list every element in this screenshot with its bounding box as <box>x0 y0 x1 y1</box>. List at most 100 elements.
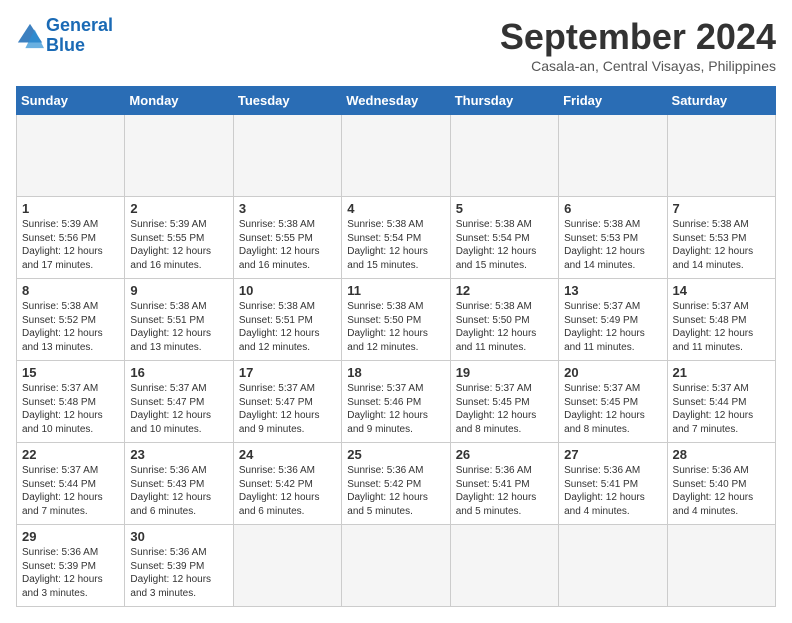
calendar-cell: 10Sunrise: 5:38 AM Sunset: 5:51 PM Dayli… <box>233 279 341 361</box>
calendar-cell: 15Sunrise: 5:37 AM Sunset: 5:48 PM Dayli… <box>17 361 125 443</box>
calendar-cell <box>17 115 125 197</box>
calendar-cell <box>233 525 341 607</box>
logo-line2: Blue <box>46 35 85 55</box>
logo-icon <box>16 22 44 50</box>
day-number: 29 <box>22 529 119 544</box>
day-number: 1 <box>22 201 119 216</box>
day-info: Sunrise: 5:38 AM Sunset: 5:50 PM Dayligh… <box>347 300 444 354</box>
calendar-cell: 1 Sunrise: 5:39 AM Sunset: 5:56 PM Daylig… <box>17 197 125 279</box>
day-number: 23 <box>130 447 227 462</box>
weekday-header-monday: Monday <box>125 87 233 115</box>
day-number: 14 <box>673 283 770 298</box>
calendar-cell <box>667 525 775 607</box>
day-info: Sunrise: 5:38 AM Sunset: 5:54 PM Dayligh… <box>456 218 553 272</box>
day-info: Sunrise: 5:39 AM Sunset: 5:56 PM Dayligh… <box>22 218 119 272</box>
calendar-cell: 21Sunrise: 5:37 AM Sunset: 5:44 PM Dayli… <box>667 361 775 443</box>
day-info: Sunrise: 5:36 AM Sunset: 5:41 PM Dayligh… <box>456 464 553 518</box>
calendar-cell: 9Sunrise: 5:38 AM Sunset: 5:51 PM Daylig… <box>125 279 233 361</box>
day-number: 27 <box>564 447 661 462</box>
day-number: 3 <box>239 201 336 216</box>
day-info: Sunrise: 5:38 AM Sunset: 5:53 PM Dayligh… <box>564 218 661 272</box>
logo: General Blue <box>16 16 113 56</box>
page-header: General Blue September 2024 Casala-an, C… <box>16 16 776 74</box>
day-number: 4 <box>347 201 444 216</box>
calendar-cell: 14 Sunrise: 5:37 AM Sunset: 5:48 PM Dayli… <box>667 279 775 361</box>
weekday-header-tuesday: Tuesday <box>233 87 341 115</box>
calendar-cell: 20Sunrise: 5:37 AM Sunset: 5:45 PM Dayli… <box>559 361 667 443</box>
calendar-cell <box>342 525 450 607</box>
calendar-week-row: 8 Sunrise: 5:38 AM Sunset: 5:52 PM Daylig… <box>17 279 776 361</box>
day-info: Sunrise: 5:38 AM Sunset: 5:52 PM Dayligh… <box>22 300 119 354</box>
day-number: 17 <box>239 365 336 380</box>
day-number: 2 <box>130 201 227 216</box>
day-number: 8 <box>22 283 119 298</box>
weekday-header-row: SundayMondayTuesdayWednesdayThursdayFrid… <box>17 87 776 115</box>
calendar-cell: 27 Sunrise: 5:36 AM Sunset: 5:41 PM Dayli… <box>559 443 667 525</box>
day-info: Sunrise: 5:36 AM Sunset: 5:39 PM Dayligh… <box>22 546 119 600</box>
calendar-cell: 2 Sunrise: 5:39 AM Sunset: 5:55 PM Daylig… <box>125 197 233 279</box>
day-number: 6 <box>564 201 661 216</box>
day-number: 7 <box>673 201 770 216</box>
calendar-cell <box>450 525 558 607</box>
day-info: Sunrise: 5:38 AM Sunset: 5:53 PM Dayligh… <box>673 218 770 272</box>
day-info: Sunrise: 5:39 AM Sunset: 5:55 PM Dayligh… <box>130 218 227 272</box>
calendar-cell: 8 Sunrise: 5:38 AM Sunset: 5:52 PM Daylig… <box>17 279 125 361</box>
day-info: Sunrise: 5:38 AM Sunset: 5:51 PM Dayligh… <box>130 300 227 354</box>
calendar-cell <box>450 115 558 197</box>
day-info: Sunrise: 5:37 AM Sunset: 5:45 PM Dayligh… <box>456 382 553 436</box>
calendar-cell: 19 Sunrise: 5:37 AM Sunset: 5:45 PM Dayli… <box>450 361 558 443</box>
day-number: 25 <box>347 447 444 462</box>
day-info: Sunrise: 5:36 AM Sunset: 5:42 PM Dayligh… <box>239 464 336 518</box>
calendar-week-row <box>17 115 776 197</box>
weekday-header-friday: Friday <box>559 87 667 115</box>
day-info: Sunrise: 5:37 AM Sunset: 5:44 PM Dayligh… <box>673 382 770 436</box>
calendar-cell: 22 Sunrise: 5:37 AM Sunset: 5:44 PM Dayli… <box>17 443 125 525</box>
calendar-cell: 30Sunrise: 5:36 AM Sunset: 5:39 PM Dayli… <box>125 525 233 607</box>
weekday-header-wednesday: Wednesday <box>342 87 450 115</box>
day-number: 28 <box>673 447 770 462</box>
day-number: 19 <box>456 365 553 380</box>
day-info: Sunrise: 5:36 AM Sunset: 5:43 PM Dayligh… <box>130 464 227 518</box>
day-number: 22 <box>22 447 119 462</box>
day-info: Sunrise: 5:37 AM Sunset: 5:47 PM Dayligh… <box>239 382 336 436</box>
day-number: 26 <box>456 447 553 462</box>
calendar-cell: 13 Sunrise: 5:37 AM Sunset: 5:49 PM Dayli… <box>559 279 667 361</box>
day-number: 20 <box>564 365 661 380</box>
calendar-week-row: 22 Sunrise: 5:37 AM Sunset: 5:44 PM Dayli… <box>17 443 776 525</box>
calendar-cell: 24 Sunrise: 5:36 AM Sunset: 5:42 PM Dayli… <box>233 443 341 525</box>
day-info: Sunrise: 5:36 AM Sunset: 5:40 PM Dayligh… <box>673 464 770 518</box>
calendar-cell <box>559 115 667 197</box>
title-block: September 2024 Casala-an, Central Visaya… <box>500 16 776 74</box>
calendar-cell: 16Sunrise: 5:37 AM Sunset: 5:47 PM Dayli… <box>125 361 233 443</box>
calendar-cell: 29 Sunrise: 5:36 AM Sunset: 5:39 PM Dayli… <box>17 525 125 607</box>
calendar-cell: 25Sunrise: 5:36 AM Sunset: 5:42 PM Dayli… <box>342 443 450 525</box>
day-number: 13 <box>564 283 661 298</box>
day-number: 16 <box>130 365 227 380</box>
day-number: 12 <box>456 283 553 298</box>
calendar-cell: 17 Sunrise: 5:37 AM Sunset: 5:47 PM Dayli… <box>233 361 341 443</box>
calendar-cell: 28 Sunrise: 5:36 AM Sunset: 5:40 PM Dayli… <box>667 443 775 525</box>
day-number: 24 <box>239 447 336 462</box>
calendar-cell: 6 Sunrise: 5:38 AM Sunset: 5:53 PM Daylig… <box>559 197 667 279</box>
calendar-cell <box>233 115 341 197</box>
calendar-cell: 12 Sunrise: 5:38 AM Sunset: 5:50 PM Dayli… <box>450 279 558 361</box>
day-info: Sunrise: 5:37 AM Sunset: 5:44 PM Dayligh… <box>22 464 119 518</box>
calendar-cell <box>559 525 667 607</box>
calendar-cell: 26 Sunrise: 5:36 AM Sunset: 5:41 PM Dayli… <box>450 443 558 525</box>
location: Casala-an, Central Visayas, Philippines <box>500 58 776 74</box>
day-info: Sunrise: 5:38 AM Sunset: 5:50 PM Dayligh… <box>456 300 553 354</box>
day-number: 15 <box>22 365 119 380</box>
day-info: Sunrise: 5:36 AM Sunset: 5:41 PM Dayligh… <box>564 464 661 518</box>
calendar-cell: 5Sunrise: 5:38 AM Sunset: 5:54 PM Daylig… <box>450 197 558 279</box>
calendar-table: SundayMondayTuesdayWednesdayThursdayFrid… <box>16 86 776 607</box>
calendar-week-row: 29 Sunrise: 5:36 AM Sunset: 5:39 PM Dayli… <box>17 525 776 607</box>
day-info: Sunrise: 5:38 AM Sunset: 5:55 PM Dayligh… <box>239 218 336 272</box>
day-info: Sunrise: 5:37 AM Sunset: 5:48 PM Dayligh… <box>673 300 770 354</box>
day-info: Sunrise: 5:37 AM Sunset: 5:49 PM Dayligh… <box>564 300 661 354</box>
weekday-header-thursday: Thursday <box>450 87 558 115</box>
calendar-cell <box>342 115 450 197</box>
day-info: Sunrise: 5:38 AM Sunset: 5:51 PM Dayligh… <box>239 300 336 354</box>
day-info: Sunrise: 5:37 AM Sunset: 5:46 PM Dayligh… <box>347 382 444 436</box>
calendar-cell: 11Sunrise: 5:38 AM Sunset: 5:50 PM Dayli… <box>342 279 450 361</box>
day-number: 30 <box>130 529 227 544</box>
